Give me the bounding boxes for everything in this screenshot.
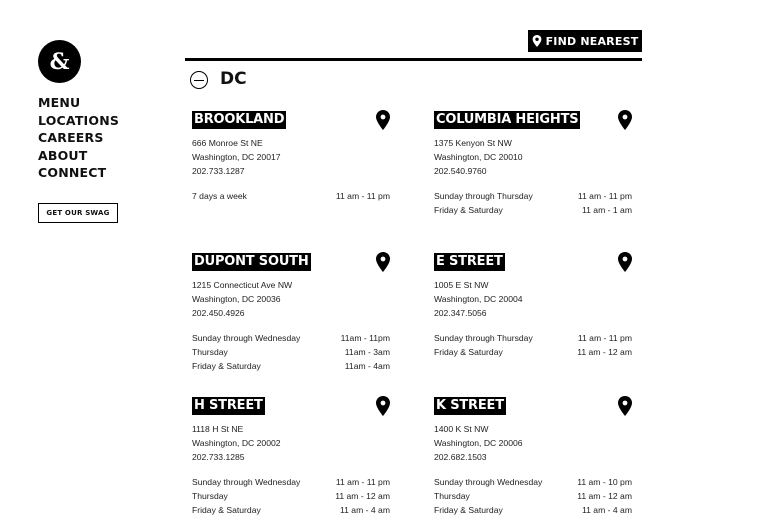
location-card: H STREET 1118 H St NE Washington, DC 200… [192,396,390,518]
location-hours: Sunday through Wednesday 11 am - 10 pm Th… [434,477,632,515]
location-name[interactable]: E STREET [434,253,505,271]
nav-item-connect[interactable]: CONNECT [38,164,119,182]
location-card: E STREET 1005 E St NW Washington, DC 200… [434,252,632,360]
map-pin-icon[interactable] [376,396,390,416]
phone-number[interactable]: 202.347.5056 [434,307,632,321]
location-card: COLUMBIA HEIGHTS 1375 Kenyon St NW Washi… [434,110,632,218]
section-divider [185,58,642,61]
location-address: 1118 H St NE Washington, DC 20002 202.73… [192,423,390,464]
location-hours: 7 days a week 11 am - 11 pm [192,191,390,202]
location-hours: Sunday through Thursday 11 am - 11 pm Fri… [434,333,632,358]
location-address: 1400 K St NW Washington, DC 20006 202.68… [434,423,632,464]
phone-number[interactable]: 202.450.4926 [192,307,390,321]
phone-number[interactable]: 202.540.9760 [434,165,632,179]
phone-number[interactable]: 202.682.1503 [434,451,632,465]
nav-item-locations[interactable]: LOCATIONS [38,112,119,130]
location-hours: Sunday through Wednesday 11 am - 11 pm Th… [192,477,390,515]
nav-item-careers[interactable]: CAREERS [38,129,119,147]
nav-item-about[interactable]: ABOUT [38,147,119,165]
location-name[interactable]: COLUMBIA HEIGHTS [434,111,581,129]
phone-number[interactable]: 202.733.1285 [192,451,390,465]
location-name[interactable]: K STREET [434,397,506,415]
map-pin-icon[interactable] [618,396,632,416]
location-address: 666 Monroe St NE Washington, DC 20017 20… [192,137,390,178]
location-address: 1215 Connecticut Ave NW Washington, DC 2… [192,279,390,320]
location-address: 1375 Kenyon St NW Washington, DC 20010 2… [434,137,632,178]
location-address: 1005 E St NW Washington, DC 20004 202.34… [434,279,632,320]
map-pin-icon[interactable] [376,252,390,272]
logo[interactable]: & [38,40,81,83]
location-name[interactable]: H STREET [192,397,265,415]
get-our-swag-button[interactable]: GET OUR SWAG [38,203,118,223]
find-nearest-label: FIND NEAREST [545,34,639,48]
location-name[interactable]: DUPONT SOUTH [192,253,311,271]
map-pin-icon[interactable] [618,110,632,130]
collapse-region-icon[interactable] [190,71,208,89]
location-card: DUPONT SOUTH 1215 Connecticut Ave NW Was… [192,252,390,374]
location-card: BROOKLAND 666 Monroe St NE Washington, D… [192,110,390,204]
phone-number[interactable]: 202.733.1287 [192,165,390,179]
map-pin-icon[interactable] [376,110,390,130]
location-pin-icon [532,35,541,47]
location-hours: Sunday through Thursday 11 am - 11 pm Fri… [434,191,632,216]
nav-item-menu[interactable]: MENU [38,94,119,112]
region-title: DC [220,69,247,89]
location-card: K STREET 1400 K St NW Washington, DC 200… [434,396,632,518]
map-pin-icon[interactable] [618,252,632,272]
main-nav: MENU LOCATIONS CAREERS ABOUT CONNECT [38,94,119,182]
location-hours: Sunday through Wednesday 11am - 11pm Thur… [192,333,390,371]
location-name[interactable]: BROOKLAND [192,111,287,129]
find-nearest-button[interactable]: FIND NEAREST [528,30,642,52]
